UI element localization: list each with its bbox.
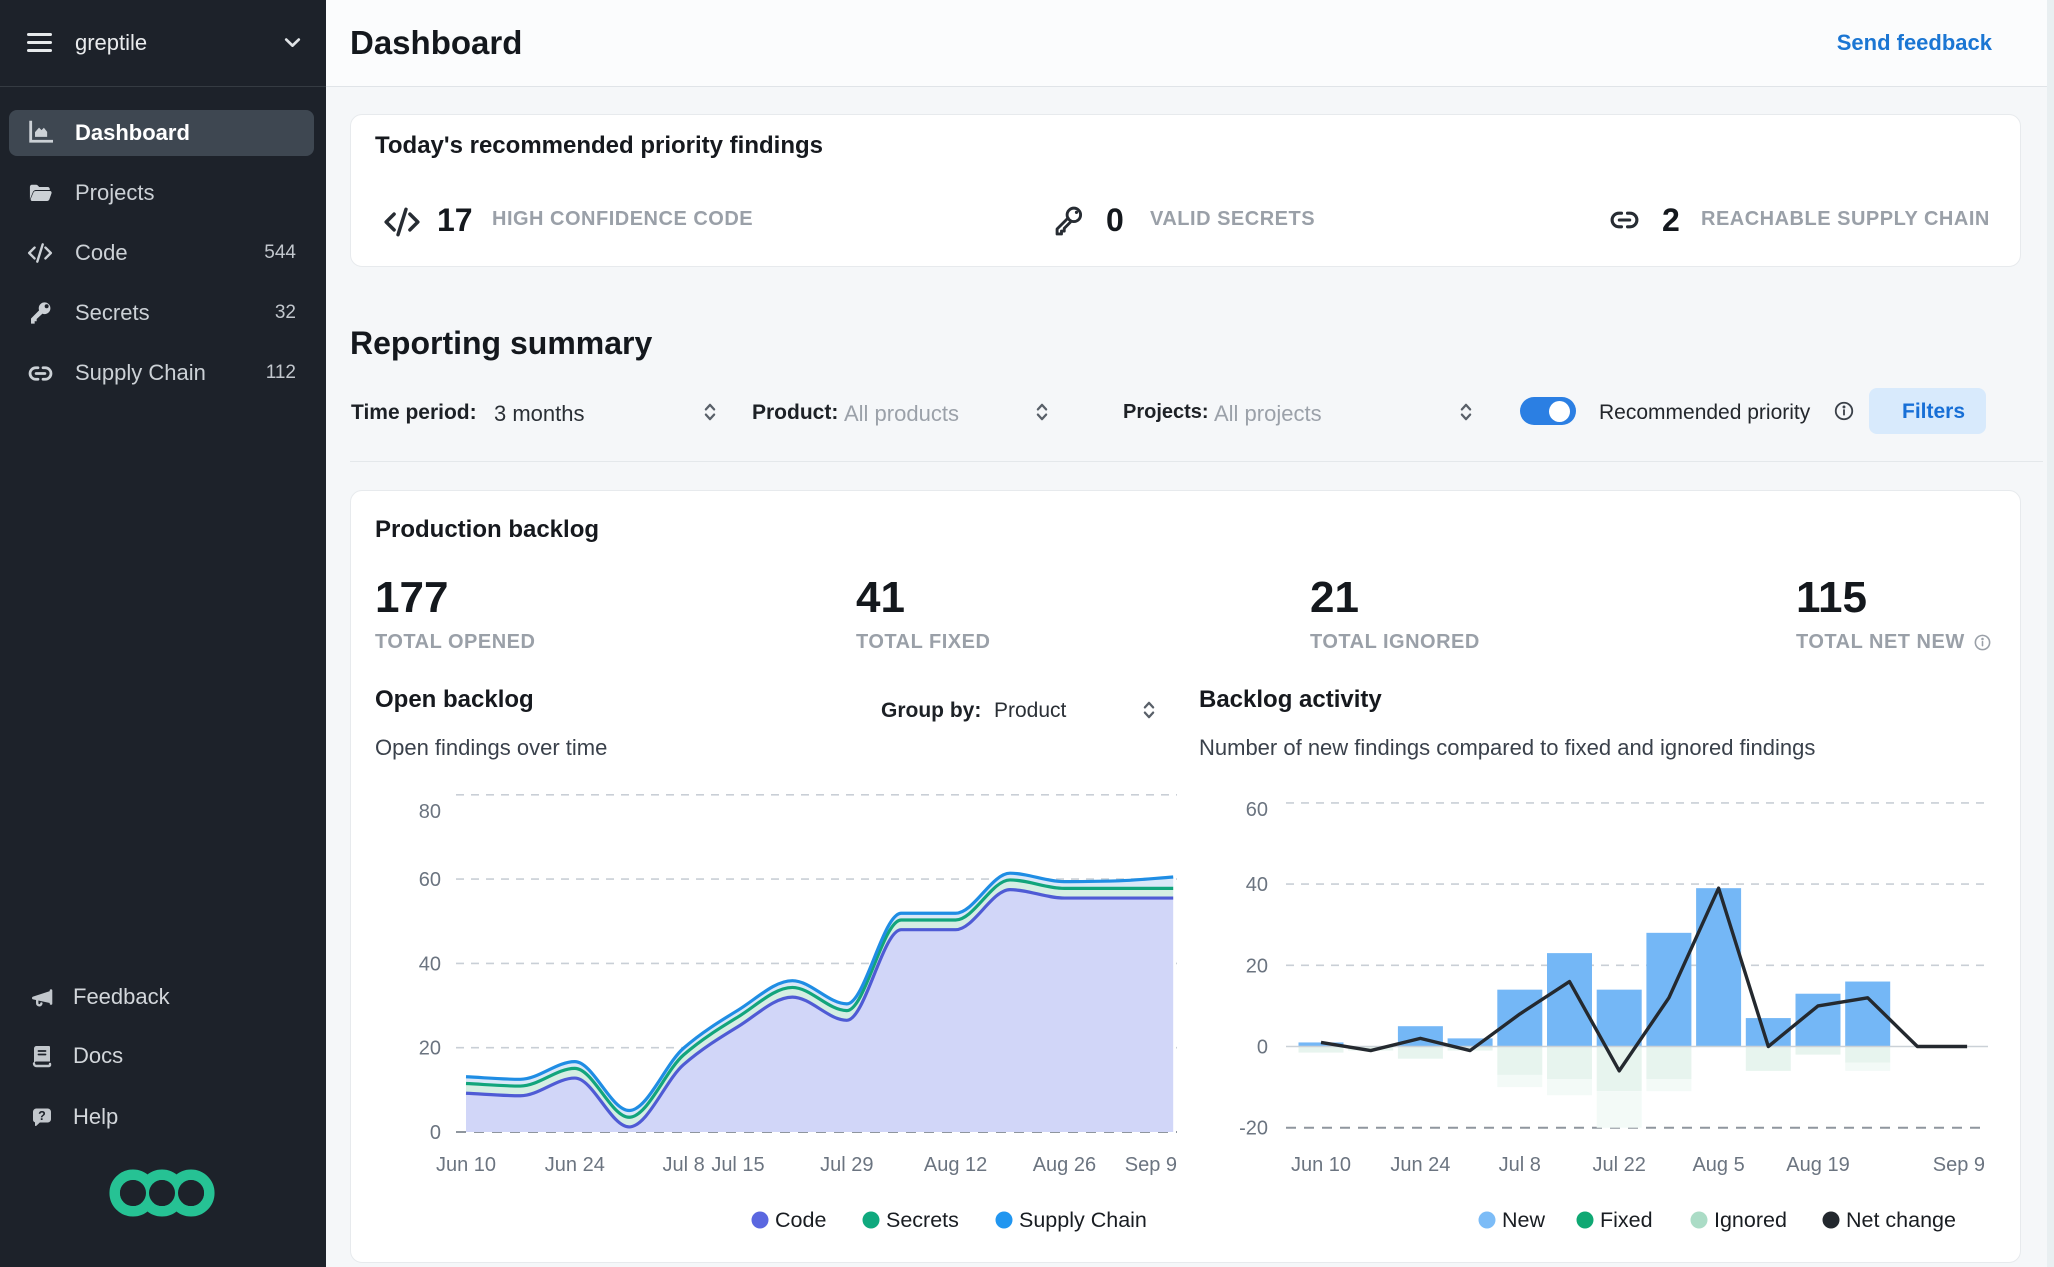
svg-text:?: ?: [38, 1109, 46, 1123]
